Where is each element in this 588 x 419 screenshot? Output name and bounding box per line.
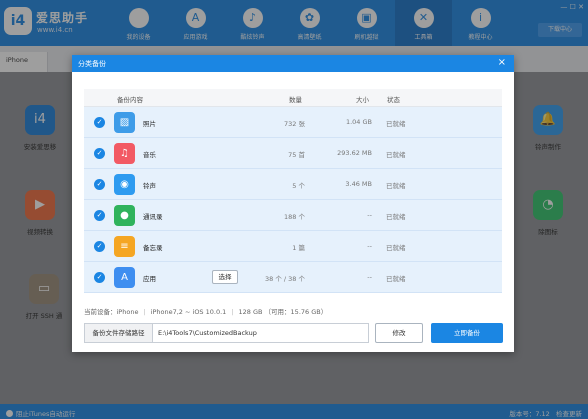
row-status: 已就绪 bbox=[386, 151, 406, 159]
row-size: 1.04 GB bbox=[345, 118, 372, 126]
table-row[interactable]: ✓ A 应用 选择 38 个 / 38 个 -- 已就绪 bbox=[84, 262, 502, 293]
device-name: iPhone bbox=[116, 308, 139, 316]
select-apps-button[interactable]: 选择 bbox=[212, 270, 238, 284]
row-name: 铃声 bbox=[143, 182, 156, 190]
contacts-icon: ● bbox=[114, 205, 135, 226]
row-count: 732 张 bbox=[284, 120, 305, 128]
row-name: 备忘录 bbox=[143, 244, 163, 252]
device-storage: 128 GB （可用：15.76 GB） bbox=[238, 308, 328, 316]
row-size: 3.46 MB bbox=[345, 180, 372, 188]
row-status: 已就绪 bbox=[386, 182, 406, 190]
row-status: 已就绪 bbox=[386, 120, 406, 128]
header-size: 大小 bbox=[356, 96, 369, 104]
modify-path-button[interactable]: 修改 bbox=[375, 323, 423, 343]
checkbox-checked[interactable]: ✓ bbox=[94, 272, 105, 283]
row-name: 通讯录 bbox=[143, 213, 163, 221]
backup-now-button[interactable]: 立即备份 bbox=[431, 323, 503, 343]
row-size: 293.62 MB bbox=[337, 149, 372, 157]
row-name: 应用 bbox=[143, 275, 156, 283]
separator: | bbox=[143, 308, 146, 316]
device-info-label: 当前设备： bbox=[84, 308, 117, 316]
table-header: 备份内容 数量 大小 状态 bbox=[84, 89, 502, 107]
row-status: 已就绪 bbox=[386, 275, 406, 283]
checkbox-checked[interactable]: ✓ bbox=[94, 148, 105, 159]
row-count: 188 个 bbox=[284, 213, 305, 221]
row-name: 照片 bbox=[143, 120, 156, 128]
category-backup-dialog: 分类备份 × 备份内容 数量 大小 状态 ✓ ▨ 照片 732 张 1.04 G… bbox=[72, 55, 514, 352]
dialog-title: 分类备份 bbox=[78, 60, 106, 68]
music-icon: ♫ bbox=[114, 143, 135, 164]
header-count: 数量 bbox=[289, 96, 302, 104]
photo-icon: ▨ bbox=[114, 112, 135, 133]
close-icon[interactable]: × bbox=[498, 57, 506, 68]
row-count: 1 篇 bbox=[292, 244, 305, 252]
table-row[interactable]: ✓ ≡ 备忘录 1 篇 -- 已就绪 bbox=[84, 231, 502, 262]
checkbox-checked[interactable]: ✓ bbox=[94, 210, 105, 221]
separator: | bbox=[231, 308, 234, 316]
row-size: -- bbox=[367, 211, 372, 219]
checkbox-checked[interactable]: ✓ bbox=[94, 117, 105, 128]
backup-path-field[interactable]: E:\i4Tools7\CustomizedBackup bbox=[153, 323, 369, 343]
table-row[interactable]: ✓ ♫ 音乐 75 首 293.62 MB 已就绪 bbox=[84, 138, 502, 169]
row-status: 已就绪 bbox=[386, 244, 406, 252]
header-status: 状态 bbox=[387, 96, 400, 104]
table-row[interactable]: ✓ ▨ 照片 732 张 1.04 GB 已就绪 bbox=[84, 107, 502, 138]
ringtone-icon: ◉ bbox=[114, 174, 135, 195]
checkbox-checked[interactable]: ✓ bbox=[94, 241, 105, 252]
row-count: 38 个 / 38 个 bbox=[265, 275, 305, 283]
header-content: 备份内容 bbox=[117, 96, 143, 104]
table-row[interactable]: ✓ ◉ 铃声 5 个 3.46 MB 已就绪 bbox=[84, 169, 502, 200]
row-status: 已就绪 bbox=[386, 213, 406, 221]
row-count: 5 个 bbox=[292, 182, 305, 190]
notes-icon: ≡ bbox=[114, 236, 135, 257]
row-name: 音乐 bbox=[143, 151, 156, 159]
app-icon: A bbox=[114, 267, 135, 288]
backup-path-label: 备份文件存储路径 bbox=[84, 323, 153, 343]
dialog-title-bar: 分类备份 × bbox=[72, 55, 514, 72]
row-count: 75 首 bbox=[288, 151, 305, 159]
table-row[interactable]: ✓ ● 通讯录 188 个 -- 已就绪 bbox=[84, 200, 502, 231]
row-size: -- bbox=[367, 273, 372, 281]
device-model: iPhone7,2 ~ iOS 10.0.1 bbox=[150, 308, 227, 316]
device-info: 当前设备：iPhone | iPhone7,2 ~ iOS 10.0.1 | 128 G… bbox=[84, 306, 327, 316]
checkbox-checked[interactable]: ✓ bbox=[94, 179, 105, 190]
row-size: -- bbox=[367, 242, 372, 250]
